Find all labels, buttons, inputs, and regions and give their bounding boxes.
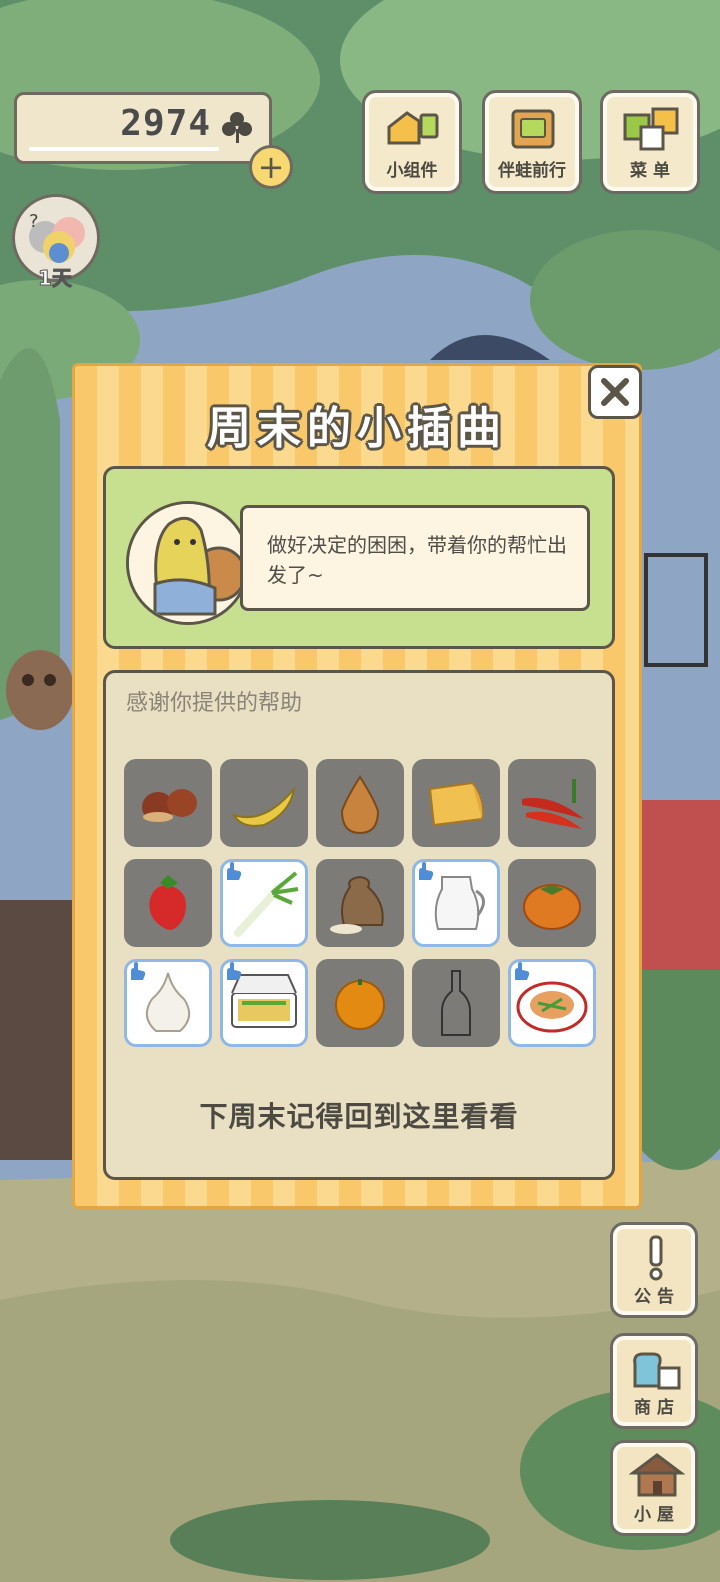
travel-journal-label: 伴蛙前行 [498,161,566,181]
clover-counter: 2974 [14,92,272,164]
shop-bag-icon [633,1352,681,1390]
strawberry-icon [149,875,186,930]
days-away-label: 1天 [38,266,73,291]
thanks-title: 感谢你提供的帮助 [126,691,303,716]
message-bubble: 做好决定的困困，带着你的帮忙出发了~ [240,505,590,611]
message-text: 做好决定的困困，带着你的帮忙出发了~ [267,533,567,587]
widget-label: 小组件 [386,161,438,181]
item-slot[interactable] [316,759,404,847]
tap-hand-icon [515,962,530,980]
chili-pepper-icon [522,779,584,829]
item-slot[interactable] [220,759,308,847]
caterpillar-character-icon [129,504,247,622]
clover-count: 2974 [120,103,211,144]
menu-button[interactable]: 菜 单 [600,90,700,194]
item-grid [124,759,598,1047]
tap-hand-icon [131,962,146,980]
travel-journal-icon [511,109,555,149]
orange-icon [335,979,385,1030]
banana-icon [231,785,296,827]
item-slot[interactable] [412,759,500,847]
clover-icon [219,109,255,149]
thanks-panel: 感谢你提供的帮助 下周末记得回到这里看看 [103,670,615,1180]
weekend-event-dialog: 周末的小插曲 做好决定的困困，带着你的帮忙出发了~ 感谢你提供的帮助 下周末记得… [72,363,642,1209]
travel-journal-button[interactable]: 伴蛙前行 [482,90,582,194]
glass-bottle-icon [441,970,471,1036]
item-slot[interactable] [220,959,308,1047]
dialog-title: 周末的小插曲 [207,403,507,454]
item-slot[interactable] [508,859,596,947]
item-slot[interactable] [220,859,308,947]
menu-label: 菜 单 [630,161,670,181]
rice-sack-icon [330,875,384,934]
tap-hand-icon [227,862,242,880]
item-slot[interactable] [508,959,596,1047]
item-slot[interactable] [316,859,404,947]
house-icon [629,1453,685,1497]
tap-hand-icon [419,862,434,880]
footer-text: 下周末记得回到这里看看 [199,1100,519,1133]
cheese-icon [428,781,484,827]
house-button[interactable]: 小 屋 [610,1440,698,1536]
message-panel: 做好决定的困困，带着你的帮忙出发了~ [103,466,615,649]
onion-icon [340,775,380,835]
item-slot[interactable] [316,959,404,1047]
item-slot[interactable] [124,959,212,1047]
tap-hand-icon [227,962,242,980]
close-icon [601,378,629,406]
item-slot[interactable] [412,959,500,1047]
widget-icon [387,111,439,145]
item-slot[interactable] [412,859,500,947]
notice-label: 公 告 [634,1287,674,1307]
persimmon-icon [523,884,581,930]
close-button[interactable] [588,365,642,419]
house-label: 小 屋 [634,1505,674,1525]
item-slot[interactable] [124,759,212,847]
menu-icon [623,107,679,151]
shop-label: 商 店 [634,1398,674,1418]
notice-icon [649,1235,663,1281]
widget-button[interactable]: 小组件 [362,90,462,194]
notice-button[interactable]: 公 告 [610,1222,698,1318]
shop-button[interactable]: 商 店 [610,1333,698,1429]
visitor-avatar [126,501,250,625]
add-clover-button[interactable]: + [249,145,293,189]
chestnut-icon [142,789,197,822]
item-slot[interactable] [124,859,212,947]
clover-progress-bar [29,147,219,151]
svg-text:?: ? [29,211,39,232]
item-slot[interactable] [508,759,596,847]
